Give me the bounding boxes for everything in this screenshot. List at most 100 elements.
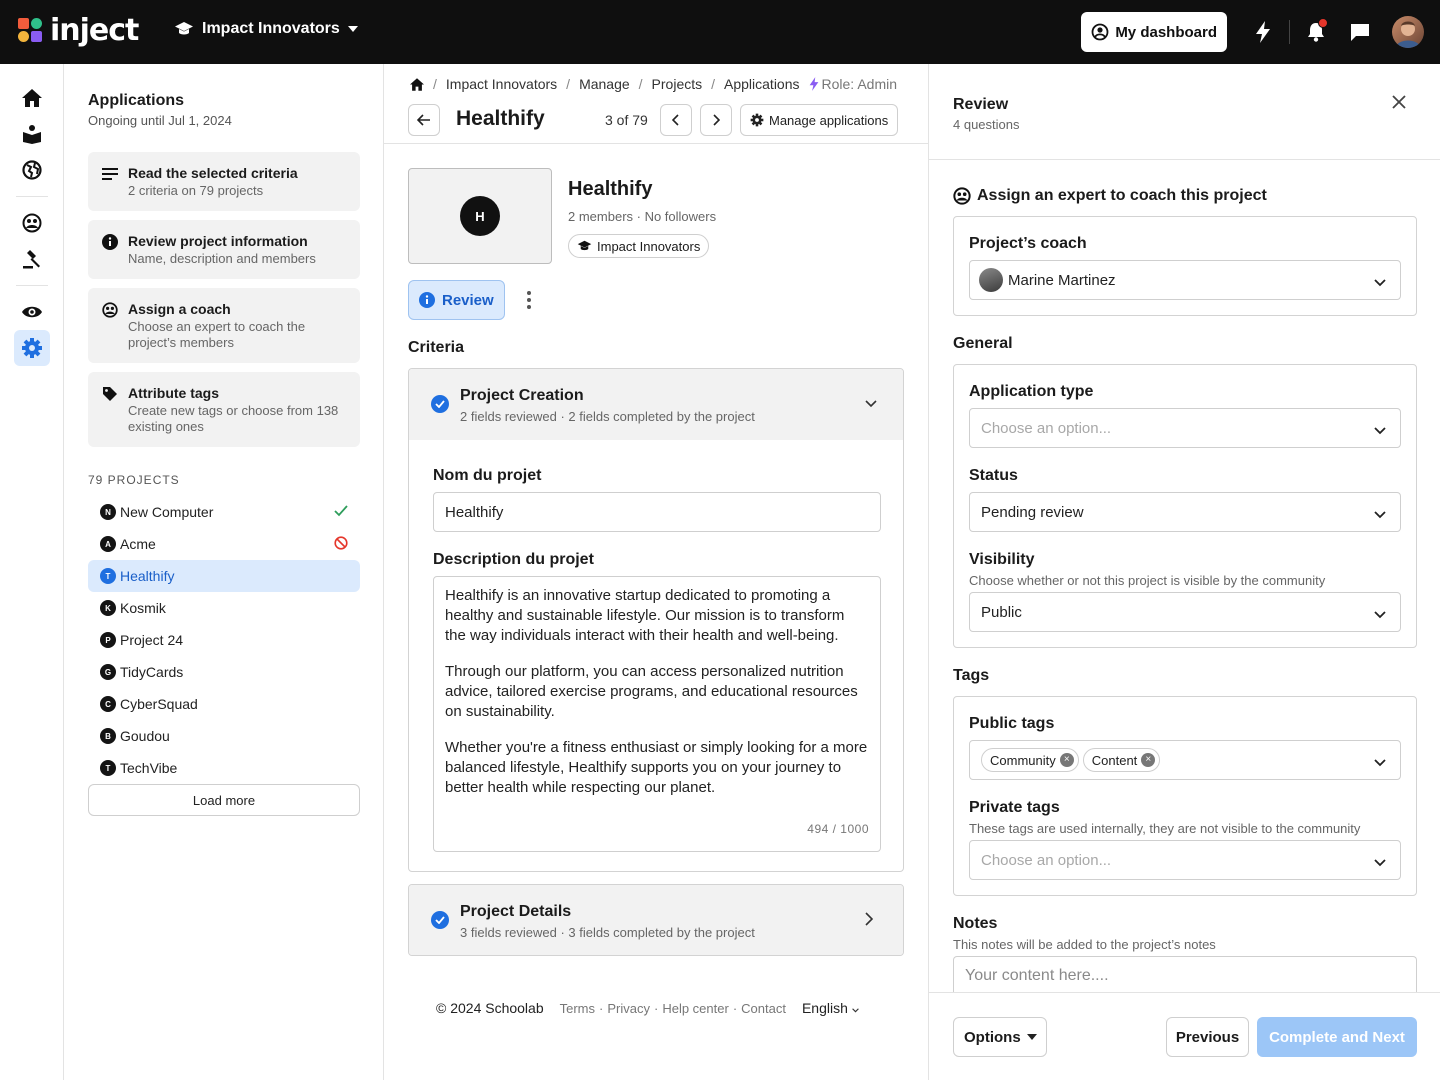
org-switcher[interactable]: Impact Innovators bbox=[174, 20, 358, 38]
visibility-select[interactable]: Public bbox=[969, 592, 1401, 632]
project-badge: G bbox=[100, 664, 116, 680]
rail-judging[interactable] bbox=[14, 241, 50, 277]
criteria-card-header[interactable]: Project Details 3 fields reviewed · 3 fi… bbox=[409, 885, 903, 955]
project-item[interactable]: G TidyCards bbox=[88, 656, 360, 688]
manage-applications-button[interactable]: Manage applications bbox=[740, 104, 899, 136]
step-attribute-tags[interactable]: Attribute tags Create new tags or choose… bbox=[88, 372, 360, 447]
footer-link-contact[interactable]: Contact bbox=[741, 1001, 786, 1016]
rail-coaching[interactable] bbox=[14, 205, 50, 241]
review-panel: Review 4 questions Assign an expert to c… bbox=[928, 64, 1440, 1080]
breadcrumb-link[interactable]: Applications bbox=[724, 76, 800, 92]
notes-section-heading: Notes bbox=[953, 915, 998, 932]
breadcrumb-link[interactable]: Projects bbox=[652, 76, 703, 92]
field-label: Project’s coach bbox=[969, 235, 1087, 252]
project-badge: T bbox=[100, 568, 116, 584]
gear-icon bbox=[750, 113, 764, 127]
review-button[interactable]: Review bbox=[408, 280, 505, 320]
application-type-select[interactable]: Choose an option... bbox=[969, 408, 1401, 448]
chevron-right-icon bbox=[713, 114, 720, 126]
breadcrumb-link[interactable]: Impact Innovators bbox=[446, 76, 557, 92]
check-circle-icon bbox=[431, 395, 449, 413]
check-icon bbox=[334, 504, 348, 520]
project-name: Project 24 bbox=[120, 632, 184, 648]
project-item[interactable]: T TechVibe bbox=[88, 752, 360, 784]
project-name-field[interactable]: Healthify bbox=[433, 492, 881, 532]
breadcrumb: / Impact Innovators / Manage / Projects … bbox=[410, 76, 897, 92]
footer-link-terms[interactable]: Terms bbox=[560, 1001, 595, 1016]
criteria-desc: 2 fields reviewed · 2 fields completed b… bbox=[460, 409, 755, 424]
criteria-card-project-details[interactable]: Project Details 3 fields reviewed · 3 fi… bbox=[408, 884, 904, 956]
review-title: Review bbox=[953, 96, 1009, 113]
load-more-button[interactable]: Load more bbox=[88, 784, 360, 816]
breadcrumb-link[interactable]: Manage bbox=[579, 76, 630, 92]
previous-project-button[interactable] bbox=[660, 104, 692, 136]
role-label: Role: Admin bbox=[821, 76, 897, 92]
footer-link-privacy[interactable]: Privacy bbox=[607, 1001, 650, 1016]
divider bbox=[929, 159, 1440, 160]
lightning-icon bbox=[809, 77, 818, 91]
rail-preview[interactable] bbox=[14, 294, 50, 330]
footer-link-help[interactable]: Help center bbox=[662, 1001, 728, 1016]
field-label: Application type bbox=[969, 383, 1094, 400]
tag-chip: Content × bbox=[1082, 748, 1161, 772]
projects-header: 79 PROJECTS bbox=[88, 473, 180, 487]
project-name: Healthify bbox=[120, 568, 175, 584]
messages-button[interactable] bbox=[1338, 12, 1382, 52]
criteria-card-header[interactable]: Project Creation 2 fields reviewed · 2 f… bbox=[409, 369, 903, 440]
complete-and-next-button[interactable]: Complete and Next bbox=[1257, 1017, 1417, 1057]
project-badge: C bbox=[100, 696, 116, 712]
rail-learn[interactable] bbox=[14, 116, 50, 152]
my-dashboard-button[interactable]: My dashboard bbox=[1081, 12, 1227, 52]
close-button[interactable] bbox=[1391, 94, 1407, 113]
chevron-down-icon bbox=[1374, 754, 1386, 771]
project-description-field[interactable]: Healthify is an innovative startup dedic… bbox=[433, 576, 881, 852]
globe-icon bbox=[22, 160, 42, 180]
rail-settings[interactable] bbox=[14, 330, 50, 366]
coach-select[interactable]: Marine Martinez bbox=[969, 260, 1401, 300]
options-button[interactable]: Options bbox=[953, 1017, 1047, 1057]
language-select[interactable]: English bbox=[802, 1000, 859, 1016]
chevron-right-icon bbox=[865, 912, 874, 929]
home-icon[interactable] bbox=[410, 77, 424, 91]
project-initial: H bbox=[460, 196, 500, 236]
project-item[interactable]: P Project 24 bbox=[88, 624, 360, 656]
previous-button[interactable]: Previous bbox=[1166, 1017, 1249, 1057]
project-item[interactable]: B Goudou bbox=[88, 720, 360, 752]
coach-icon bbox=[22, 213, 42, 233]
project-item[interactable]: A Acme bbox=[88, 528, 360, 560]
step-desc: 2 criteria on 79 projects bbox=[128, 183, 264, 198]
more-options-icon[interactable] bbox=[521, 288, 537, 312]
project-item[interactable]: N New Computer bbox=[88, 496, 360, 528]
remove-tag-icon[interactable]: × bbox=[1141, 753, 1156, 767]
applications-panel: Applications Ongoing until Jul 1, 2024 R… bbox=[64, 64, 384, 1080]
application-detail: / Impact Innovators / Manage / Projects … bbox=[384, 64, 928, 1080]
user-avatar[interactable] bbox=[1392, 16, 1424, 48]
private-tags-select[interactable]: Choose an option... bbox=[969, 840, 1401, 880]
notes-input[interactable]: Your content here.... bbox=[953, 956, 1417, 996]
project-item-selected[interactable]: T Healthify bbox=[88, 560, 360, 592]
field-hint: These tags are used internally, they are… bbox=[969, 821, 1361, 836]
chevron-down-icon bbox=[1374, 506, 1386, 523]
back-button[interactable] bbox=[408, 104, 440, 136]
project-item[interactable]: C CyberSquad bbox=[88, 688, 360, 720]
step-assign-coach[interactable]: Assign a coach Choose an expert to coach… bbox=[88, 288, 360, 363]
rail-home[interactable] bbox=[14, 80, 50, 116]
review-subtitle: 4 questions bbox=[953, 117, 1020, 132]
step-read-criteria[interactable]: Read the selected criteria 2 criteria on… bbox=[88, 152, 360, 211]
status-value: Pending review bbox=[981, 503, 1084, 521]
app-logo[interactable]: inject bbox=[18, 16, 139, 46]
project-item[interactable]: K Kosmik bbox=[88, 592, 360, 624]
quick-actions-button[interactable] bbox=[1241, 12, 1285, 52]
notifications-button[interactable] bbox=[1294, 12, 1338, 52]
rail-explore[interactable] bbox=[14, 152, 50, 188]
step-review-info[interactable]: Review project information Name, descrip… bbox=[88, 220, 360, 279]
criteria-heading: Criteria bbox=[408, 339, 465, 356]
public-tags-select[interactable]: Community × Content × bbox=[969, 740, 1401, 780]
review-label: Review bbox=[442, 291, 494, 309]
organization-chip[interactable]: Impact Innovators bbox=[568, 234, 710, 258]
status-select[interactable]: Pending review bbox=[969, 492, 1401, 532]
next-project-button[interactable] bbox=[700, 104, 732, 136]
coach-section-heading: Assign an expert to coach this project bbox=[953, 187, 1267, 205]
project-name: Kosmik bbox=[120, 600, 166, 616]
remove-tag-icon[interactable]: × bbox=[1059, 753, 1074, 767]
